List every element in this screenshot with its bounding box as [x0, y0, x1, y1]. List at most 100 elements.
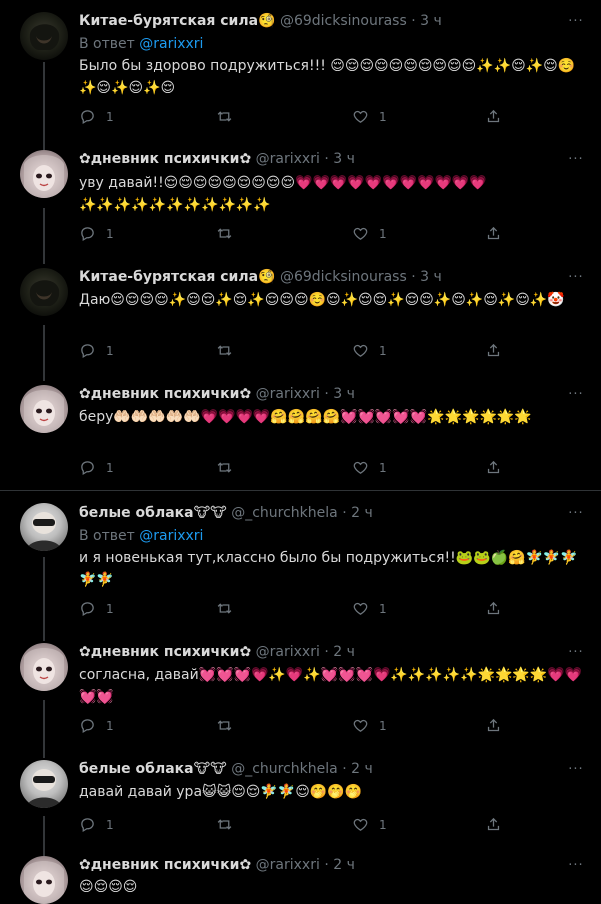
avatar[interactable]: [20, 856, 68, 904]
author-handle[interactable]: @rarixxri: [256, 386, 320, 402]
retweet-button[interactable]: [216, 717, 243, 734]
retweet-button[interactable]: [216, 108, 243, 125]
author-handle[interactable]: @69dicksinourass: [280, 269, 407, 285]
author-name[interactable]: ✿дневник психички✿: [79, 386, 251, 402]
tweet-header: белые облака🐮🐮 @_churchkhela · 2 ч: [79, 505, 373, 521]
avatar[interactable]: [20, 12, 68, 60]
author-name[interactable]: ✿дневник психички✿: [79, 857, 251, 873]
reply-count: 1: [106, 460, 114, 475]
author-handle[interactable]: @rarixxri: [256, 151, 320, 167]
share-button[interactable]: [485, 459, 502, 476]
like-button[interactable]: 1: [352, 600, 387, 617]
retweet-icon: [217, 111, 232, 122]
reply-icon: [81, 110, 94, 125]
share-button[interactable]: [485, 342, 502, 359]
tweet-actions: 1 1: [79, 816, 509, 836]
reply-button[interactable]: 1: [79, 816, 114, 833]
thread-line: [43, 325, 45, 381]
timestamp[interactable]: 3 ч: [333, 151, 355, 167]
retweet-button[interactable]: [216, 600, 243, 617]
share-button[interactable]: [485, 600, 502, 617]
more-icon[interactable]: ···: [566, 387, 586, 402]
author-name[interactable]: белые облака🐮🐮: [79, 761, 227, 777]
more-icon[interactable]: ···: [566, 152, 586, 167]
reply-icon: [81, 818, 94, 833]
author-name[interactable]: Китае-бурятская сила🧐: [79, 269, 276, 285]
reply-button[interactable]: 1: [79, 459, 114, 476]
tweet-header: ✿дневник психички✿ @rarixxri · 2 ч: [79, 644, 355, 660]
dot-separator: ·: [324, 857, 329, 873]
timestamp[interactable]: 3 ч: [420, 13, 442, 29]
retweet-icon: [217, 228, 232, 239]
retweet-icon: [217, 720, 232, 731]
tweet-header: Китае-бурятская сила🧐 @69dicksinourass ·…: [79, 13, 442, 29]
like-button[interactable]: 1: [352, 717, 387, 734]
avatar[interactable]: [20, 760, 68, 808]
reply-button[interactable]: 1: [79, 717, 114, 734]
share-button[interactable]: [485, 225, 502, 242]
author-name[interactable]: Китае-бурятская сила🧐: [79, 13, 276, 29]
thread-line: [43, 557, 45, 641]
author-handle[interactable]: @_churchkhela: [231, 505, 338, 521]
retweet-button[interactable]: [216, 225, 243, 242]
timestamp[interactable]: 2 ч: [351, 505, 373, 521]
replying-to-handle[interactable]: @rarixxri: [139, 528, 203, 544]
like-icon: [353, 110, 368, 123]
share-icon: [487, 460, 500, 474]
dot-separator: ·: [324, 386, 329, 402]
reply-count: 1: [106, 718, 114, 733]
author-handle[interactable]: @rarixxri: [256, 857, 320, 873]
like-button[interactable]: 1: [352, 816, 387, 833]
share-button[interactable]: [485, 717, 502, 734]
like-count: 1: [379, 460, 387, 475]
more-icon[interactable]: ···: [566, 645, 586, 660]
avatar[interactable]: [20, 385, 68, 433]
like-button[interactable]: 1: [352, 459, 387, 476]
timestamp[interactable]: 2 ч: [333, 857, 355, 873]
thread-line: [43, 62, 45, 150]
author-name[interactable]: белые облака🐮🐮: [79, 505, 227, 521]
retweet-button[interactable]: [216, 816, 243, 833]
tweet-text: Было бы здорово подружиться!!! 😌😌😌😌😌😌😌😌😌…: [79, 58, 576, 96]
share-icon: [487, 601, 500, 615]
avatar[interactable]: [20, 268, 68, 316]
more-icon[interactable]: ···: [566, 270, 586, 285]
author-name[interactable]: ✿дневник психички✿: [79, 644, 251, 660]
more-icon[interactable]: ···: [566, 14, 586, 29]
author-name[interactable]: ✿дневник психички✿: [79, 151, 251, 167]
reply-button[interactable]: 1: [79, 600, 114, 617]
timestamp[interactable]: 3 ч: [333, 386, 355, 402]
reply-button[interactable]: 1: [79, 225, 114, 242]
share-button[interactable]: [485, 108, 502, 125]
author-handle[interactable]: @rarixxri: [256, 644, 320, 660]
more-icon[interactable]: ···: [566, 762, 586, 777]
reply-button[interactable]: 1: [79, 108, 114, 125]
author-handle[interactable]: @69dicksinourass: [280, 13, 407, 29]
timestamp[interactable]: 2 ч: [333, 644, 355, 660]
reply-button[interactable]: 1: [79, 342, 114, 359]
author-handle[interactable]: @_churchkhela: [231, 761, 338, 777]
tweet-actions: 1 1: [79, 225, 509, 245]
reply-count: 1: [106, 817, 114, 832]
like-icon: [353, 818, 368, 831]
more-icon[interactable]: ···: [566, 858, 586, 873]
share-icon: [487, 817, 500, 831]
like-button[interactable]: 1: [352, 108, 387, 125]
dot-separator: ·: [324, 644, 329, 660]
replying-to-handle[interactable]: @rarixxri: [139, 36, 203, 52]
reply-count: 1: [106, 226, 114, 241]
avatar[interactable]: [20, 503, 68, 551]
avatar[interactable]: [20, 643, 68, 691]
share-button[interactable]: [485, 816, 502, 833]
timestamp[interactable]: 2 ч: [351, 761, 373, 777]
avatar[interactable]: [20, 150, 68, 198]
tweet-actions: 1 1: [79, 459, 509, 479]
retweet-button[interactable]: [216, 342, 243, 359]
tweet-actions: 1 1: [79, 108, 509, 128]
like-icon: [353, 602, 368, 615]
like-button[interactable]: 1: [352, 225, 387, 242]
like-button[interactable]: 1: [352, 342, 387, 359]
timestamp[interactable]: 3 ч: [420, 269, 442, 285]
retweet-button[interactable]: [216, 459, 243, 476]
more-icon[interactable]: ···: [566, 506, 586, 521]
